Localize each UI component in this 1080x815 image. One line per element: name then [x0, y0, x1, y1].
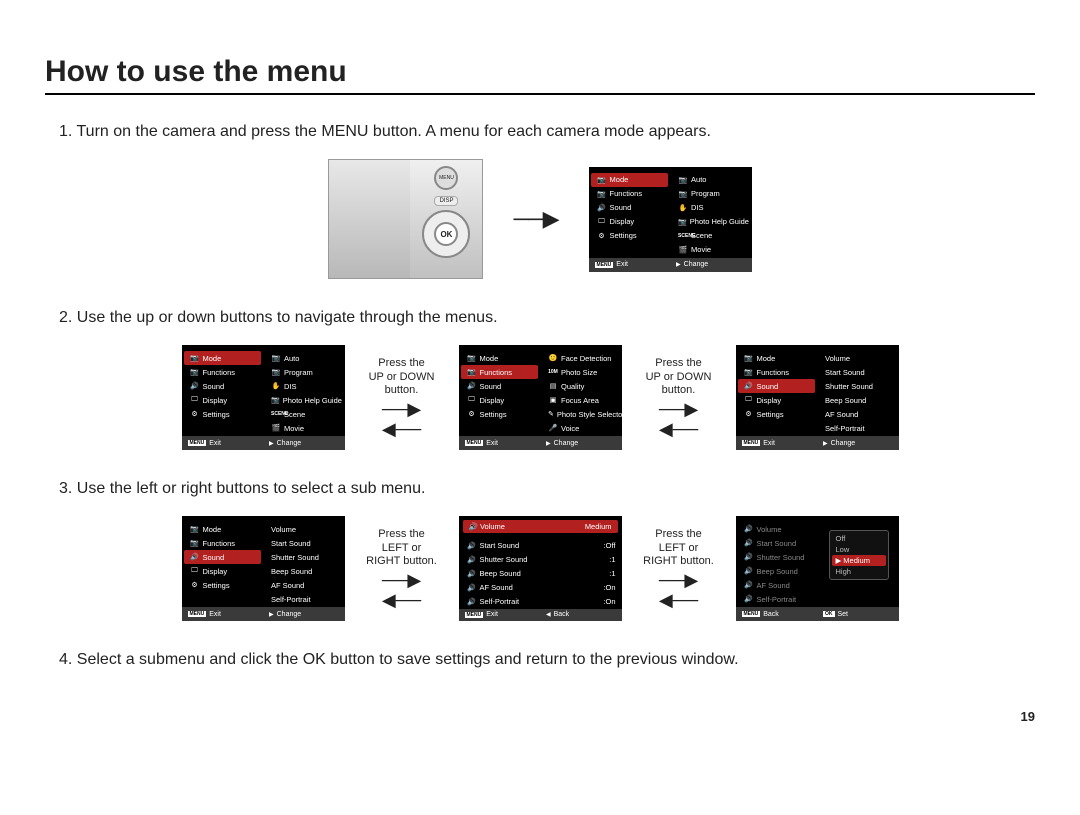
- between-updown-2: Press the UP or DOWN button. ──▶ ◀──: [634, 357, 724, 438]
- foot-menu-tag: MENU: [595, 262, 614, 268]
- lcd-mode-menu: 📷Mode 📷Functions 🔊Sound 🖵Display ⚙Settin…: [589, 167, 752, 272]
- left-mode: Mode: [610, 175, 629, 184]
- lcd-volume-options: 🔊Volume 🔊Start Sound 🔊Shutter Sound 🔊Bee…: [736, 516, 899, 621]
- right-photohelp: Photo Help Guide: [690, 217, 749, 226]
- camera-disp-label: DISP: [434, 196, 458, 206]
- between-leftright-1: Press the LEFT or RIGHT button. ──▶ ◀──: [357, 528, 447, 609]
- step-2-text: 2. Use the up or down buttons to navigat…: [59, 309, 1035, 327]
- left-functions: Functions: [610, 189, 643, 198]
- right-scene: Scene: [691, 231, 712, 240]
- right-auto: Auto: [691, 175, 706, 184]
- settings-icon: ⚙: [597, 232, 607, 240]
- step-3-illustration: 📷Mode 📷Functions 🔊Sound 🖵Display ⚙Settin…: [45, 516, 1035, 621]
- arrow-right-icon: ──▶: [513, 206, 558, 232]
- right-movie: Movie: [691, 245, 711, 254]
- camera-menu-button: MENU: [434, 166, 458, 190]
- page-title: How to use the menu: [45, 55, 1035, 89]
- lcd-sound-selected: 📷Mode 📷Functions 🔊Sound 🖵Display ⚙Settin…: [736, 345, 899, 450]
- option-high: High: [830, 566, 888, 577]
- between-leftright-2: Press the LEFT or RIGHT button. ──▶ ◀──: [634, 528, 724, 609]
- sound-icon: 🔊: [597, 204, 607, 212]
- step-1-illustration: MENU DISP OK ──▶ 📷Mode 📷Functions 🔊Sound…: [45, 159, 1035, 279]
- between-updown-1: Press the UP or DOWN button. ──▶ ◀──: [357, 357, 447, 438]
- title-rule: [45, 93, 1035, 95]
- mode-icon: 📷: [597, 176, 607, 184]
- lcd-functions-selected: 📷Mode 📷Functions 🔊Sound 🖵Display ⚙Settin…: [459, 345, 622, 450]
- foot-exit: Exit: [616, 261, 628, 268]
- step-3-text: 3. Use the left or right buttons to sele…: [59, 480, 1035, 498]
- step-4-text: 4. Select a submenu and click the OK but…: [59, 651, 1035, 669]
- option-medium: ▶Medium: [832, 555, 886, 566]
- volume-options-popup: Off Low ▶Medium High: [829, 530, 889, 580]
- arrow-left-icon: ◀──: [382, 420, 421, 438]
- option-low: Low: [830, 544, 888, 555]
- page-number: 19: [45, 709, 1035, 724]
- camera-illustration: MENU DISP OK: [328, 159, 483, 279]
- step-2-illustration: 📷Mode 📷Functions 🔊Sound 🖵Display ⚙Settin…: [45, 345, 1035, 450]
- lcd-volume-submenu: 🔊 Volume Medium 🔊Start Sound:Off 🔊Shutte…: [459, 516, 622, 621]
- left-sound: Sound: [610, 203, 632, 212]
- volume-current-value: Medium: [585, 522, 612, 531]
- display-icon: 🖵: [597, 218, 607, 226]
- camera-dpad-ring: OK: [422, 210, 470, 258]
- scene-tag: SCENE: [678, 233, 688, 239]
- right-program: Program: [691, 189, 720, 198]
- left-settings: Settings: [610, 231, 637, 240]
- left-display: Display: [610, 217, 635, 226]
- right-dis: DIS: [691, 203, 704, 212]
- arrow-right-icon: ──▶: [382, 400, 421, 418]
- step-1-text: 1. Turn on the camera and press the MENU…: [59, 123, 1035, 141]
- camera-ok-button: OK: [434, 222, 458, 246]
- lcd-mode-selected: 📷Mode 📷Functions 🔊Sound 🖵Display ⚙Settin…: [182, 345, 345, 450]
- lcd-sound-selected-2: 📷Mode 📷Functions 🔊Sound 🖵Display ⚙Settin…: [182, 516, 345, 621]
- functions-icon: 📷: [597, 190, 607, 198]
- option-off: Off: [830, 533, 888, 544]
- play-icon: ▶: [676, 261, 681, 268]
- foot-change: Change: [684, 261, 709, 268]
